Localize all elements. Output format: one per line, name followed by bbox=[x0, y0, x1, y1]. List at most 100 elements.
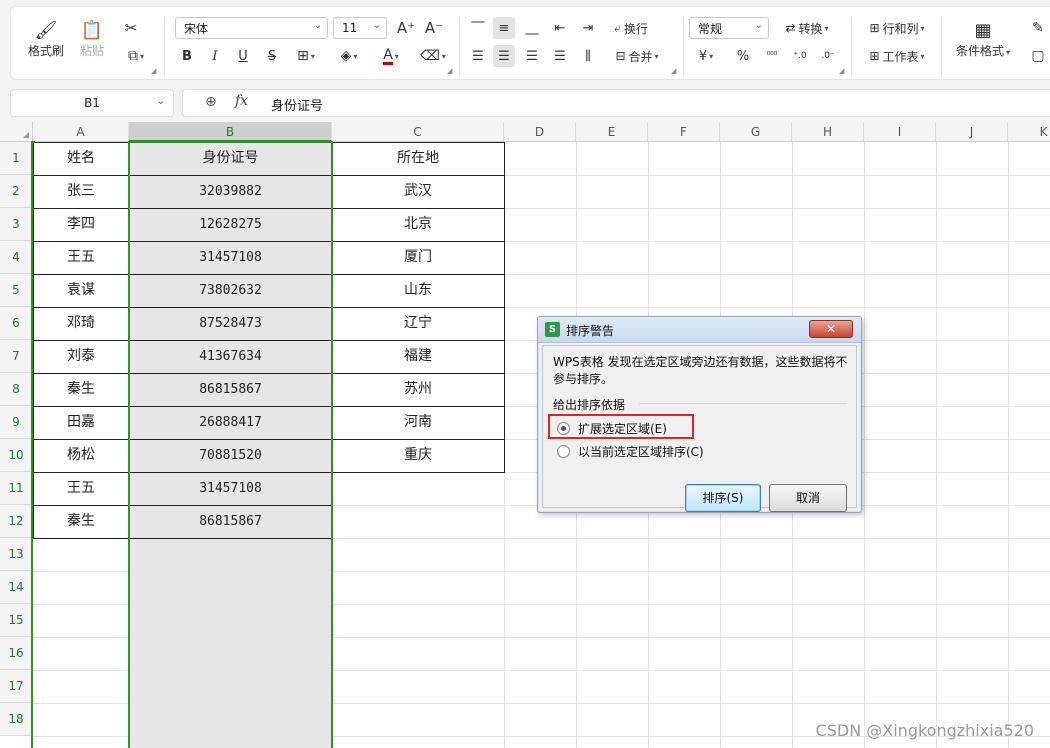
radio-unchecked-icon[interactable] bbox=[557, 445, 570, 458]
header-cell[interactable]: 姓名 bbox=[33, 142, 129, 175]
copy-button[interactable]: ⧉ ▾ bbox=[119, 45, 153, 67]
spreadsheet-grid[interactable]: A B C D E F G H I J K 1 2 3 4 5 6 7 8 9 10 11 12 13 14 15 16 17 18 姓名… bbox=[0, 122, 1050, 748]
number-format-select[interactable]: 常规 ⌄ bbox=[689, 17, 769, 39]
justify-button[interactable]: ☰ bbox=[549, 45, 571, 67]
column-header-i[interactable]: I bbox=[864, 122, 936, 142]
merge-button[interactable]: ⊟ 合并 ▾ bbox=[607, 45, 667, 67]
currency-button[interactable]: ¥ ▾ bbox=[691, 45, 721, 67]
close-button[interactable]: ✕ bbox=[809, 320, 853, 338]
indent-decrease-button[interactable]: ⇤ bbox=[549, 17, 571, 39]
location-cell[interactable]: 辽宁 bbox=[332, 307, 504, 340]
increase-font-button[interactable]: A⁺ bbox=[395, 17, 417, 39]
cut-button[interactable]: ✂ bbox=[119, 17, 143, 39]
name-cell[interactable]: 邓琦 bbox=[33, 307, 129, 340]
row-header[interactable]: 3 bbox=[0, 208, 33, 241]
location-cell[interactable]: 河南 bbox=[332, 406, 504, 439]
percent-button[interactable]: % bbox=[733, 45, 753, 67]
location-cell[interactable]: 北京 bbox=[332, 208, 504, 241]
name-cell[interactable]: 李四 bbox=[33, 208, 129, 241]
number-expand-icon[interactable]: ◢ bbox=[839, 67, 844, 75]
rows-columns-button[interactable]: ⊞ 行和列 ▾ bbox=[861, 17, 933, 39]
format-painter-button[interactable]: 🖌 格式刷 bbox=[21, 13, 71, 65]
column-header-j[interactable]: J bbox=[936, 122, 1008, 142]
convert-button[interactable]: ⇄ 转换 ▾ bbox=[775, 17, 839, 39]
italic-button[interactable]: I bbox=[205, 45, 225, 67]
location-cell[interactable]: 武汉 bbox=[332, 175, 504, 208]
column-header-b[interactable]: B bbox=[129, 122, 332, 142]
name-cell[interactable]: 王五 bbox=[33, 241, 129, 274]
font-expand-icon[interactable]: ◢ bbox=[447, 67, 452, 75]
align-right-button[interactable]: ☰ bbox=[521, 45, 543, 67]
row-header[interactable]: 9 bbox=[0, 406, 33, 439]
clipboard-expand-icon[interactable]: ◢ bbox=[151, 67, 156, 75]
row-header[interactable]: 16 bbox=[0, 637, 33, 670]
strikethrough-button[interactable]: S bbox=[261, 45, 283, 67]
cancel-button[interactable]: 取消 bbox=[769, 484, 847, 512]
indent-increase-button[interactable]: ⇥ bbox=[577, 17, 599, 39]
name-cell[interactable]: 刘泰 bbox=[33, 340, 129, 373]
row-header[interactable]: 10 bbox=[0, 439, 33, 472]
location-cell[interactable]: 厦门 bbox=[332, 241, 504, 274]
location-cell[interactable]: 苏州 bbox=[332, 373, 504, 406]
row-header[interactable]: 17 bbox=[0, 670, 33, 703]
radio-checked-icon[interactable] bbox=[557, 422, 570, 435]
decrease-font-button[interactable]: A⁻ bbox=[423, 17, 445, 39]
column-header-a[interactable]: A bbox=[33, 122, 129, 142]
column-header-e[interactable]: E bbox=[576, 122, 648, 142]
name-cell[interactable]: 田嘉 bbox=[33, 406, 129, 439]
conditional-format-button[interactable]: ▦ 条件格式 ▾ bbox=[951, 13, 1015, 65]
wrap-text-button[interactable]: ⤶ 换行 bbox=[607, 17, 655, 39]
name-cell[interactable]: 王五 bbox=[33, 472, 129, 505]
distributed-button[interactable]: ⫼ bbox=[577, 45, 599, 67]
fx-icon[interactable]: fx bbox=[235, 93, 248, 109]
font-name-select[interactable]: 宋体 ⌄ bbox=[175, 17, 328, 39]
clear-format-button[interactable]: ⌫ ▾ bbox=[415, 45, 451, 67]
row-header[interactable]: 12 bbox=[0, 505, 33, 538]
increase-decimal-button[interactable]: ⁺.0 bbox=[789, 45, 811, 67]
name-cell[interactable]: 张三 bbox=[33, 175, 129, 208]
row-header[interactable]: 8 bbox=[0, 373, 33, 406]
row-header[interactable]: 14 bbox=[0, 571, 33, 604]
paste-button[interactable]: 📋 粘贴 bbox=[73, 13, 111, 65]
align-middle-button[interactable]: ≡ bbox=[493, 17, 515, 39]
dialog-titlebar[interactable]: S 排序警告 ✕ bbox=[538, 317, 861, 343]
location-cell[interactable]: 山东 bbox=[332, 274, 504, 307]
decrease-decimal-button[interactable]: .0⁻ bbox=[817, 45, 839, 67]
column-header-d[interactable]: D bbox=[504, 122, 576, 142]
name-cell[interactable]: 杨松 bbox=[33, 439, 129, 472]
formula-input[interactable]: ⊕ fx 身份证号 bbox=[182, 89, 1050, 117]
sort-button[interactable]: 排序(S) bbox=[685, 484, 761, 512]
font-size-select[interactable]: 11 ⌄ bbox=[333, 17, 387, 39]
worksheet-button[interactable]: ⊞ 工作表 ▾ bbox=[861, 45, 933, 67]
row-header[interactable]: 13 bbox=[0, 538, 33, 571]
name-box[interactable]: B1 ⌄ bbox=[10, 89, 174, 117]
borders-button[interactable]: ⊞ ▾ bbox=[289, 45, 323, 67]
expand-selection-option[interactable]: 扩展选定区域(E) bbox=[557, 420, 667, 437]
bold-button[interactable]: B bbox=[177, 45, 197, 67]
row-header[interactable]: 7 bbox=[0, 340, 33, 373]
column-header-c[interactable]: C bbox=[332, 122, 504, 142]
row-header[interactable]: 4 bbox=[0, 241, 33, 274]
row-header[interactable]: 18 bbox=[0, 703, 33, 736]
name-cell[interactable]: 秦生 bbox=[33, 373, 129, 406]
zoom-icon[interactable]: ⊕ bbox=[205, 94, 217, 110]
column-header-f[interactable]: F bbox=[648, 122, 720, 142]
row-header[interactable]: 1 bbox=[0, 142, 33, 175]
cell-style-button[interactable]: ✎ bbox=[1027, 17, 1049, 39]
column-header-h[interactable]: H bbox=[792, 122, 864, 142]
table-style-button[interactable]: ▢ bbox=[1027, 45, 1049, 67]
column-header-k[interactable]: K bbox=[1008, 122, 1050, 142]
alignment-expand-icon[interactable]: ◢ bbox=[671, 67, 676, 75]
row-header[interactable]: 15 bbox=[0, 604, 33, 637]
location-cell[interactable]: 重庆 bbox=[332, 439, 504, 472]
current-selection-option[interactable]: 以当前选定区域排序(C) bbox=[557, 443, 704, 460]
font-color-button[interactable]: A ▾ bbox=[373, 45, 409, 67]
align-center-button[interactable]: ☰ bbox=[493, 45, 515, 67]
align-bottom-button[interactable]: ⎽ bbox=[521, 17, 543, 39]
location-cell[interactable]: 福建 bbox=[332, 340, 504, 373]
align-left-button[interactable]: ☰ bbox=[467, 45, 489, 67]
select-all-corner[interactable] bbox=[0, 122, 33, 142]
row-header[interactable]: 6 bbox=[0, 307, 33, 340]
underline-button[interactable]: U bbox=[233, 45, 253, 67]
header-cell[interactable]: 所在地 bbox=[332, 142, 504, 175]
